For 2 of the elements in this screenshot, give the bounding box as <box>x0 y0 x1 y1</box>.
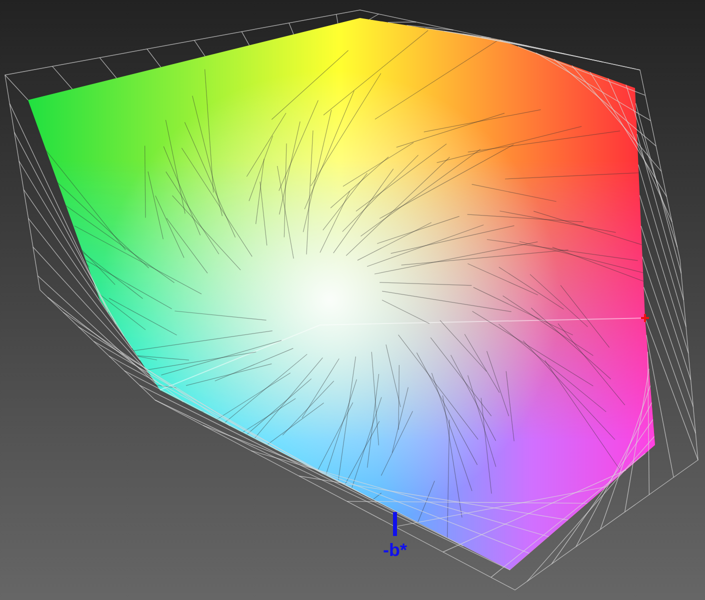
axis-label: -b* <box>383 540 407 560</box>
axis-marker <box>640 313 650 323</box>
